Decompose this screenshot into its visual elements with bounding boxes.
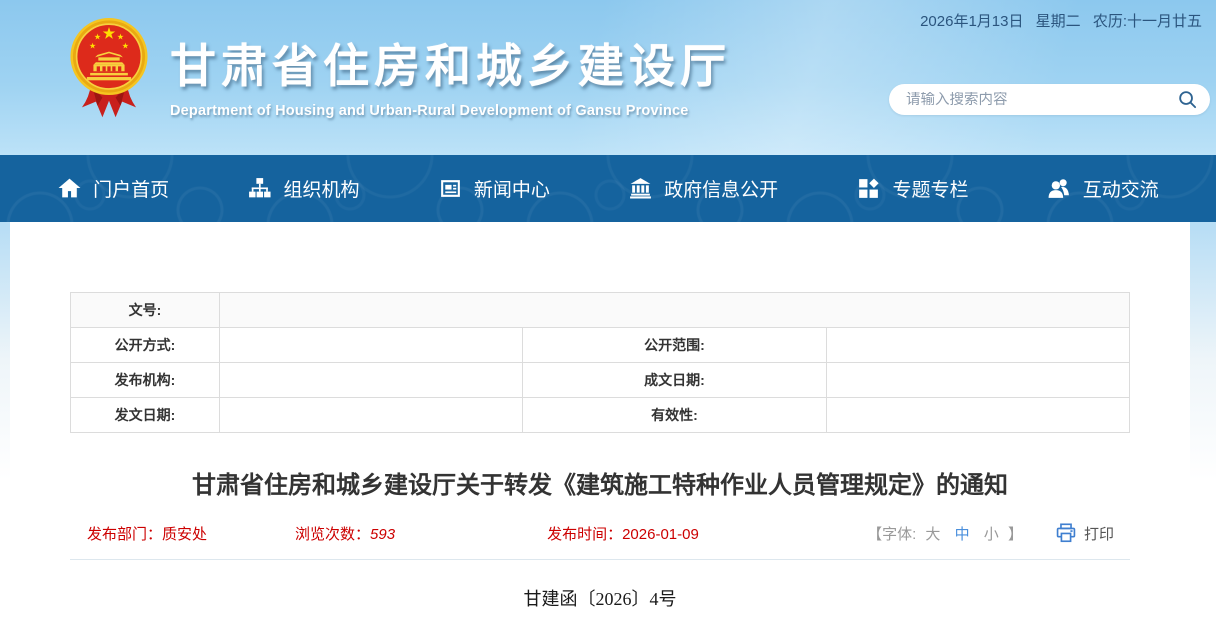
- nav-item-news[interactable]: 新闻中心: [438, 175, 550, 202]
- nav-item-special-topics[interactable]: 专题专栏: [856, 175, 968, 202]
- national-emblem-icon: [68, 14, 150, 122]
- view-count: 浏览次数：593: [295, 523, 395, 544]
- written-date-value: [826, 363, 1129, 398]
- nav-item-interaction[interactable]: 互动交流: [1047, 175, 1159, 202]
- site-header: 2026年1月13日 星期二 农历:十一月廿五: [0, 0, 1216, 155]
- nav-item-label: 组织机构: [283, 175, 359, 202]
- issuing-agency-value: [220, 363, 523, 398]
- table-row: 文号:: [71, 293, 1130, 328]
- publish-department: 发布部门：质安处: [87, 523, 207, 544]
- article-meta-row: 发布部门：质安处 浏览次数：593 发布时间：2026-01-09 【字体: 大…: [70, 522, 1130, 560]
- table-row: 发文日期: 有效性:: [71, 398, 1130, 433]
- font-size-large-button[interactable]: 大: [925, 526, 940, 543]
- brand-titles: 甘肃省住房和城乡建设厅 Department of Housing and Ur…: [170, 14, 731, 119]
- nav-item-home[interactable]: 门户首页: [57, 175, 169, 202]
- nav-item-label: 专题专栏: [892, 175, 968, 202]
- issue-date-value: [220, 398, 523, 433]
- nav-item-gov-info[interactable]: 政府信息公开: [628, 175, 778, 202]
- written-date-label: 成文日期:: [523, 363, 826, 398]
- org-chart-icon: [247, 176, 272, 201]
- font-size-medium-button[interactable]: 中: [955, 526, 970, 543]
- search-icon[interactable]: [1177, 89, 1198, 110]
- printer-icon: [1055, 522, 1077, 544]
- content-area: 文号: 公开方式: 公开范围: 发布机构: 成文日期: 发文日期: 有效性: 甘…: [10, 222, 1190, 621]
- font-size-widget: 【字体: 大 中 小 】: [867, 523, 1023, 544]
- article-title: 甘肃省住房和城乡建设厅关于转发《建筑施工特种作业人员管理规定》的通知: [70, 465, 1130, 500]
- document-info-table: 文号: 公开方式: 公开范围: 发布机构: 成文日期: 发文日期: 有效性:: [70, 292, 1130, 433]
- doc-number-value: [220, 293, 1130, 328]
- publish-time: 发布时间：2026-01-09: [547, 523, 699, 544]
- validity-value: [826, 398, 1129, 433]
- grid-icon: [856, 176, 881, 201]
- font-widget-prefix: 【字体:: [867, 526, 916, 543]
- news-icon: [438, 176, 463, 201]
- date-line: 2026年1月13日 星期二 农历:十一月廿五: [920, 10, 1202, 31]
- site-title: 甘肃省住房和城乡建设厅: [170, 30, 731, 96]
- print-label: 打印: [1084, 523, 1114, 544]
- print-button[interactable]: 打印: [1055, 522, 1114, 544]
- people-icon: [1047, 176, 1072, 201]
- open-scope-label: 公开范围:: [523, 328, 826, 363]
- table-row: 公开方式: 公开范围:: [71, 328, 1130, 363]
- issuing-agency-label: 发布机构:: [71, 363, 220, 398]
- main-nav: 门户首页 组织机构 新闻中心: [0, 155, 1216, 222]
- open-scope-value: [826, 328, 1129, 363]
- site-brand[interactable]: 甘肃省住房和城乡建设厅 Department of Housing and Ur…: [68, 14, 731, 122]
- font-size-small-button[interactable]: 小: [984, 526, 999, 543]
- home-icon: [57, 176, 82, 201]
- open-method-value: [220, 328, 523, 363]
- nav-item-organization[interactable]: 组织机构: [247, 175, 359, 202]
- document-reference-number: 甘建函〔2026〕4号: [10, 585, 1190, 611]
- doc-number-label: 文号:: [71, 293, 220, 328]
- nav-item-label: 互动交流: [1083, 175, 1159, 202]
- table-row: 发布机构: 成文日期:: [71, 363, 1130, 398]
- nav-item-label: 门户首页: [93, 175, 169, 202]
- site-subtitle-en: Department of Housing and Urban-Rural De…: [170, 103, 731, 119]
- search-input[interactable]: [906, 92, 1177, 108]
- font-widget-suffix: 】: [1008, 526, 1023, 543]
- open-method-label: 公开方式:: [71, 328, 220, 363]
- nav-item-label: 新闻中心: [474, 175, 550, 202]
- issue-date-label: 发文日期:: [71, 398, 220, 433]
- search-box[interactable]: [889, 84, 1210, 115]
- gov-building-icon: [628, 176, 653, 201]
- validity-label: 有效性:: [523, 398, 826, 433]
- nav-item-label: 政府信息公开: [664, 175, 778, 202]
